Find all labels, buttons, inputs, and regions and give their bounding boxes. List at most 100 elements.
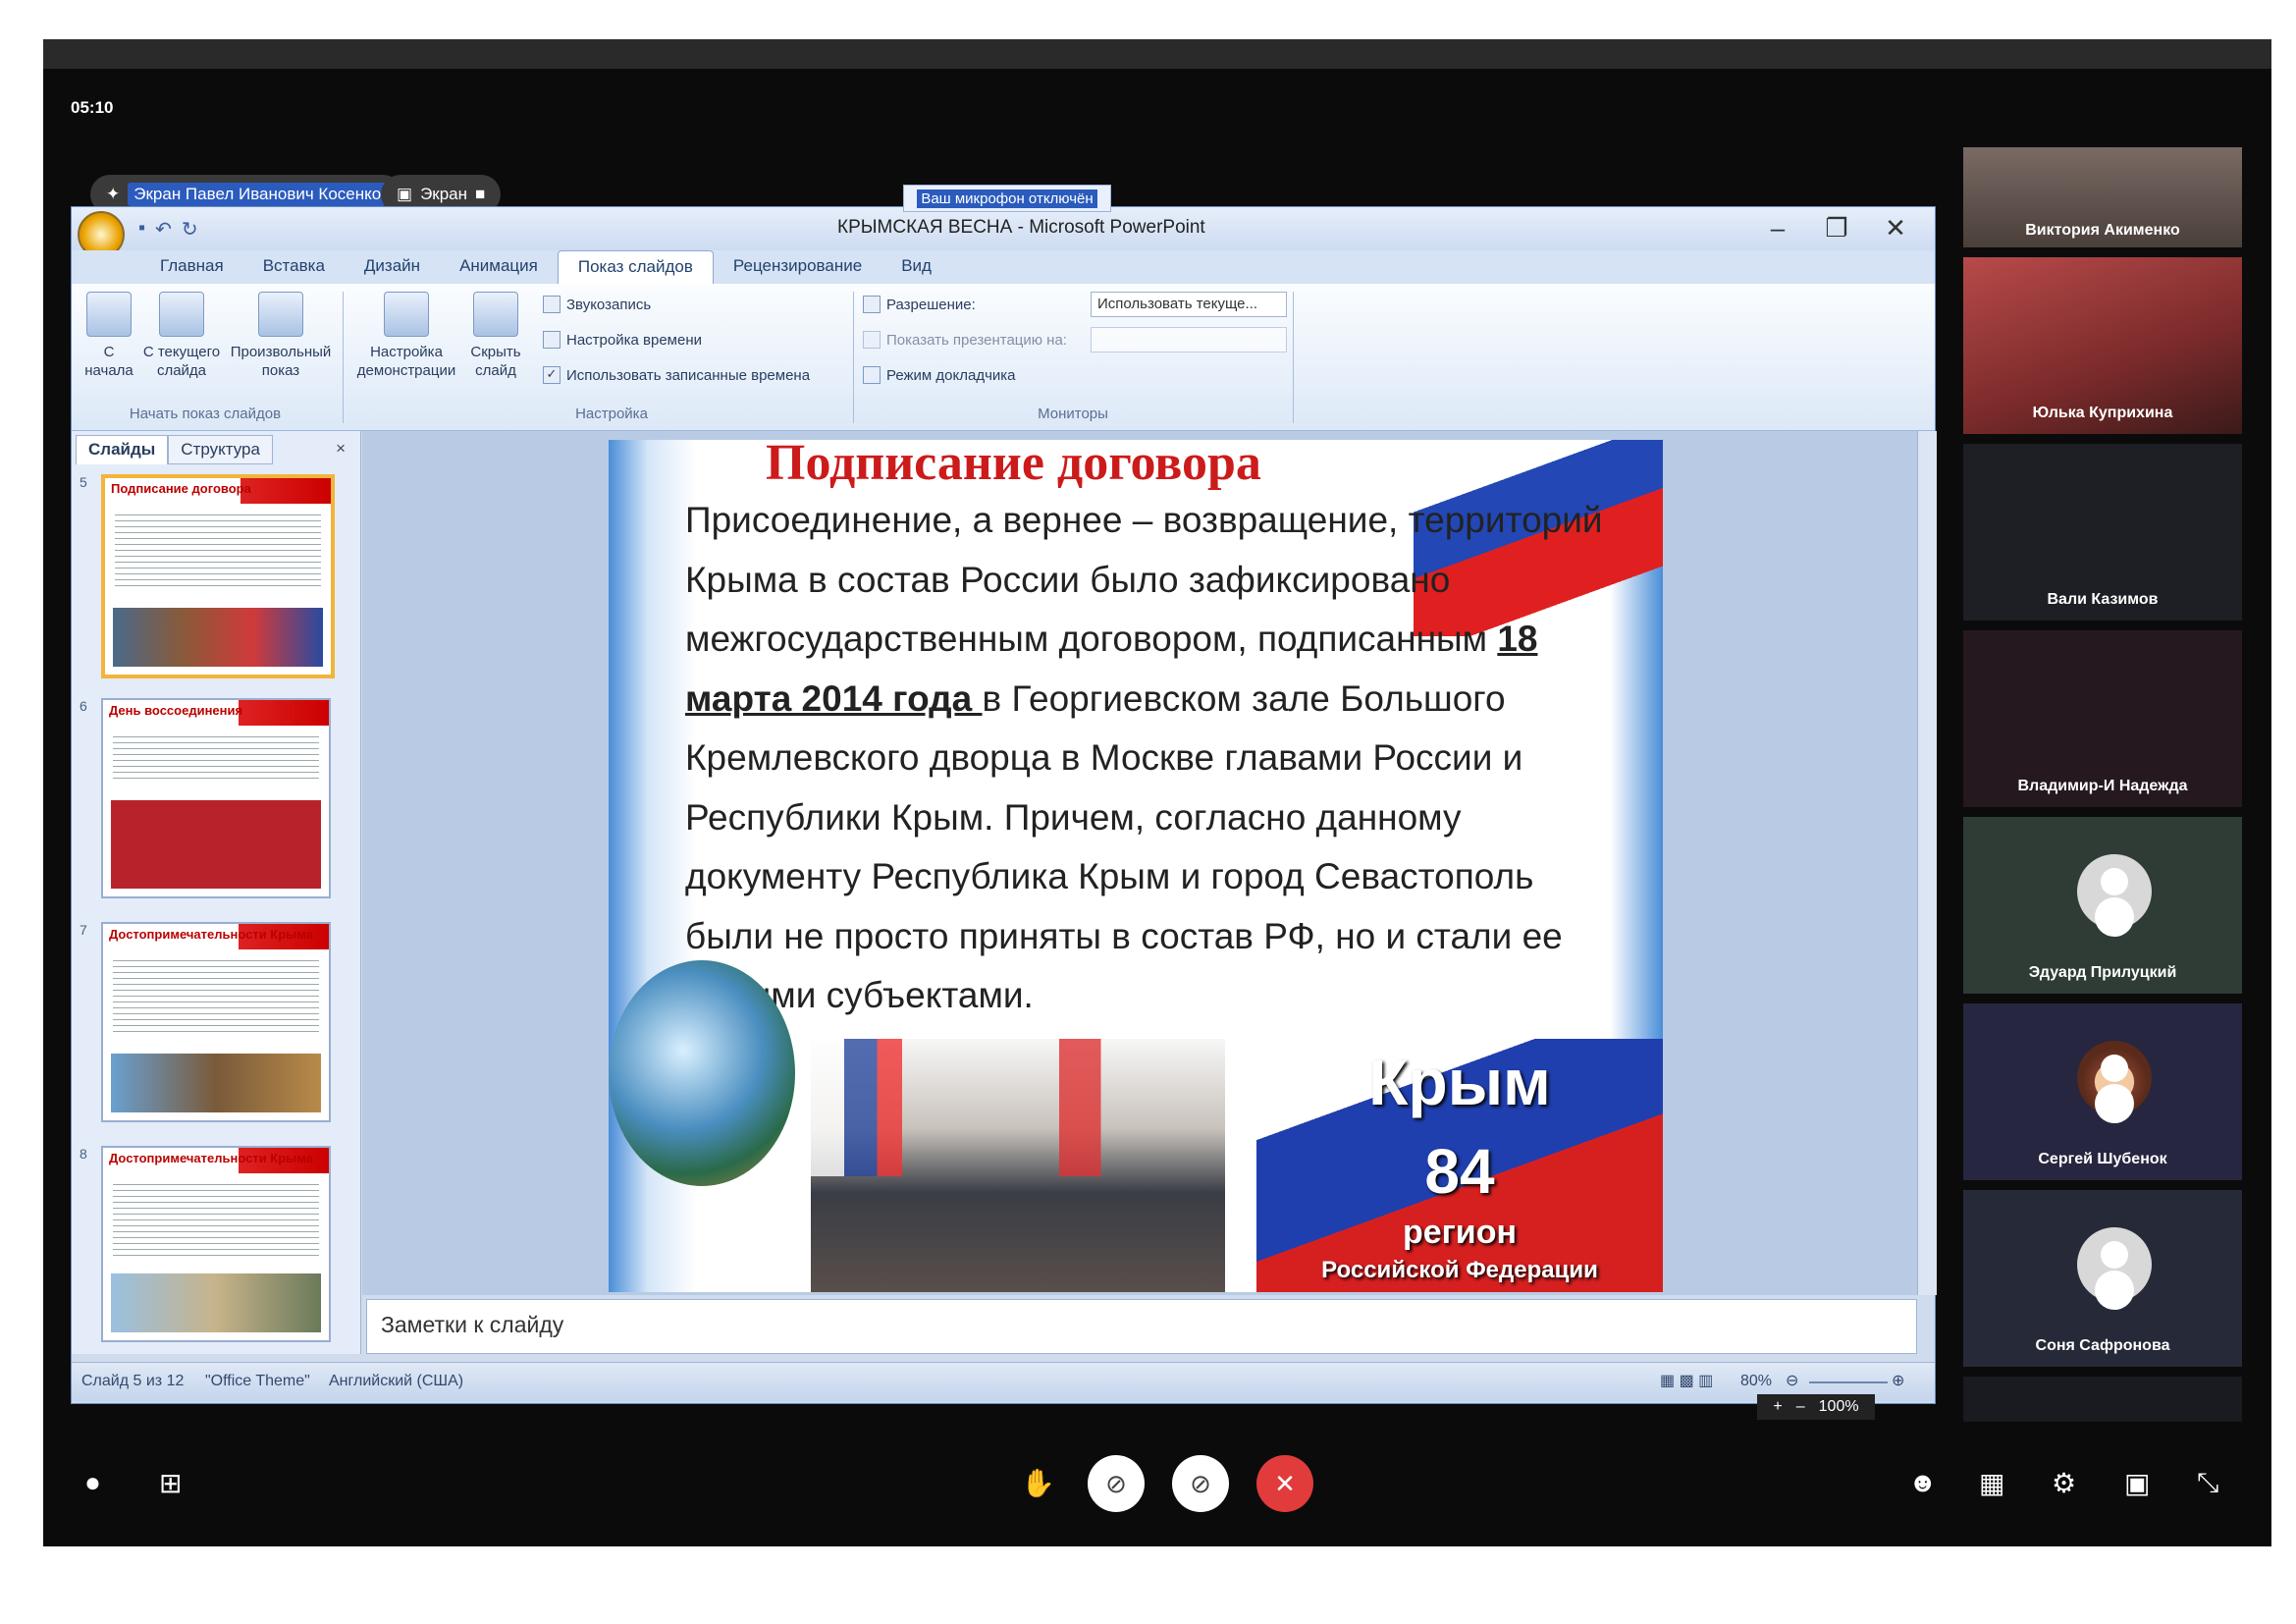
group-separator — [853, 292, 854, 423]
zoom-slider[interactable] — [1809, 1381, 1888, 1383]
chat-icon[interactable]: ● — [84, 1467, 101, 1498]
speaker-icon — [543, 296, 561, 313]
from-start-button[interactable]: С начала — [78, 292, 140, 380]
zoom-out-icon[interactable]: ⊖ — [1786, 1371, 1798, 1390]
slide-number: 8 — [80, 1146, 87, 1162]
slides-panel: Слайды Структура × 5 Подписание договора… — [72, 431, 361, 1354]
participant-tile[interactable]: Соня Сафронова — [1963, 1190, 2242, 1367]
tab-insert[interactable]: Вставка — [243, 250, 345, 284]
slide-body-part: Присоединение, а вернее – возвращение, т… — [685, 500, 1603, 659]
thumbnail-title: Достопримечательности Крыма — [103, 1148, 329, 1173]
group-setup-label: Настройка — [575, 406, 648, 422]
zoom-in-icon[interactable]: ⊕ — [1892, 1371, 1904, 1390]
slide-thumbnail[interactable]: Достопримечательности Крыма — [101, 922, 331, 1122]
pin-icon: ✦ — [106, 185, 121, 203]
share-icon[interactable]: ⊞ — [159, 1467, 182, 1499]
slide-thumbnail[interactable]: Подписание договора — [101, 474, 335, 678]
camera-off-button[interactable]: ⊘ — [1088, 1455, 1145, 1512]
pip-icon[interactable]: ▣ — [2124, 1467, 2150, 1499]
crimea-region: регион — [1402, 1214, 1518, 1251]
screen-chip-label: Экран — [420, 185, 468, 203]
slide-title: Подписание договора — [766, 440, 1261, 491]
presenter-view-checkbox[interactable]: Режим докладчика — [863, 366, 1016, 384]
tab-view[interactable]: Вид — [881, 250, 951, 284]
globe-image — [609, 960, 795, 1186]
checkbox-icon — [863, 366, 881, 384]
meeting-timer: 05:10 — [71, 98, 114, 117]
participant-tile[interactable]: Виктория Акименко — [1963, 147, 2242, 247]
thumbnail-image — [111, 800, 321, 889]
hang-up-button[interactable]: ✕ — [1256, 1455, 1313, 1512]
tab-design[interactable]: Дизайн — [345, 250, 440, 284]
raise-hand-icon[interactable]: ✋ — [1021, 1467, 1055, 1499]
close-panel-icon[interactable]: × — [326, 435, 355, 464]
show-on-label: Показать презентацию на: — [863, 331, 1067, 349]
participant-name: Эдуард Прилуцкий — [2028, 964, 2177, 981]
use-timings-checkbox[interactable]: ✓ Использовать записанные времена — [543, 366, 810, 384]
show-on-select[interactable] — [1091, 327, 1287, 352]
slide-body-part: в Георгиевском зале Большого Кремлевског… — [685, 677, 1563, 1016]
photo-flags — [811, 1039, 1225, 1176]
participant-name: Сергей Шубенок — [2038, 1151, 2167, 1167]
avatar-icon — [2077, 1227, 2152, 1302]
tab-outline[interactable]: Структура — [168, 435, 273, 464]
slide-counter: Слайд 5 из 12 — [81, 1373, 185, 1389]
slide-number: 6 — [80, 698, 87, 714]
close-button[interactable]: ✕ — [1876, 213, 1915, 243]
thumbnail-text — [115, 510, 321, 588]
redo-icon[interactable]: ↻ — [182, 217, 198, 242]
screen-icon: ▣ — [397, 185, 413, 203]
meeting-zoom-value: 100% — [1818, 1398, 1859, 1415]
tab-slide-show[interactable]: Показ слайдов — [557, 250, 714, 284]
tab-animation[interactable]: Анимация — [440, 250, 558, 284]
fullscreen-icon[interactable]: ⤡ — [2197, 1467, 2218, 1499]
resolution-select[interactable]: Использовать текуще... — [1091, 292, 1287, 317]
save-icon[interactable]: ▪ — [138, 217, 145, 242]
maximize-button[interactable]: ❐ — [1817, 213, 1856, 243]
tab-slides[interactable]: Слайды — [76, 435, 169, 464]
participants-icon[interactable]: ☻ — [1908, 1467, 1937, 1498]
slide-number: 5 — [80, 474, 87, 490]
zoom-minus-icon[interactable]: – — [1796, 1398, 1805, 1416]
view-buttons[interactable]: ▦ ▩ ▥ — [1660, 1371, 1713, 1390]
tab-home[interactable]: Главная — [140, 250, 243, 284]
settings-gear-icon[interactable]: ⚙ — [2052, 1467, 2076, 1499]
thumbnail-image — [113, 608, 323, 667]
participant-tile[interactable]: Вали Казимов — [1963, 444, 2242, 621]
notes-field[interactable]: Заметки к слайду — [366, 1299, 1917, 1354]
presenter-chip-label: Экран Павел Иванович Косенко — [128, 183, 388, 206]
vertical-scrollbar[interactable] — [1917, 431, 1937, 1295]
monitor-icon — [863, 296, 881, 313]
status-bar: Слайд 5 из 12 "Office Theme" Английский … — [72, 1362, 1935, 1401]
resolution-label: Разрешение: — [863, 296, 976, 313]
grid-view-icon[interactable]: ▦ — [1979, 1467, 2004, 1499]
minimize-button[interactable]: – — [1758, 213, 1797, 243]
slide-number: 7 — [80, 922, 87, 938]
undo-icon[interactable]: ↶ — [155, 217, 172, 242]
custom-show-icon — [258, 292, 303, 337]
from-current-button[interactable]: С текущего слайда — [142, 292, 221, 380]
participant-name: Соня Сафронова — [2035, 1337, 2170, 1354]
thumbnail-text — [113, 955, 319, 1034]
hide-slide-button[interactable]: Скрыть слайд — [464, 292, 527, 380]
participant-tile[interactable]: Юлька Куприхина — [1963, 257, 2242, 434]
participant-tile[interactable]: Сергей Шубенок — [1963, 1003, 2242, 1180]
custom-show-button[interactable]: Произвольный показ — [225, 292, 337, 380]
title-bar: ▪ ↶ ↻ КРЫМСКАЯ ВЕСНА - Microsoft PowerPo… — [72, 207, 1935, 258]
participant-tile[interactable]: Владимир-И Надежда — [1963, 630, 2242, 807]
setup-show-button[interactable]: Настройка демонстрации — [350, 292, 462, 380]
slide-thumbnail[interactable]: Достопримечательности Крыма — [101, 1146, 331, 1342]
slide-thumbnail[interactable]: День воссоединения — [101, 698, 331, 898]
tab-review[interactable]: Рецензирование — [714, 250, 881, 284]
rehearse-timings-button[interactable]: Настройка времени — [543, 331, 702, 349]
participant-tile[interactable]: Эдуард Прилуцкий — [1963, 817, 2242, 994]
record-narration-button[interactable]: Звукозапись — [543, 296, 651, 313]
mic-off-button[interactable]: ⊘ — [1172, 1455, 1229, 1512]
zoom-plus-icon[interactable]: + — [1773, 1398, 1782, 1416]
quick-access-toolbar: ▪ ↶ ↻ — [138, 217, 198, 242]
group-start-label: Начать показ слайдов — [129, 406, 282, 422]
thumbnail-title: День воссоединения — [103, 700, 329, 726]
participant-tile[interactable] — [1963, 1377, 2242, 1422]
checkbox-checked-icon: ✓ — [543, 366, 561, 384]
group-separator — [1293, 292, 1294, 423]
